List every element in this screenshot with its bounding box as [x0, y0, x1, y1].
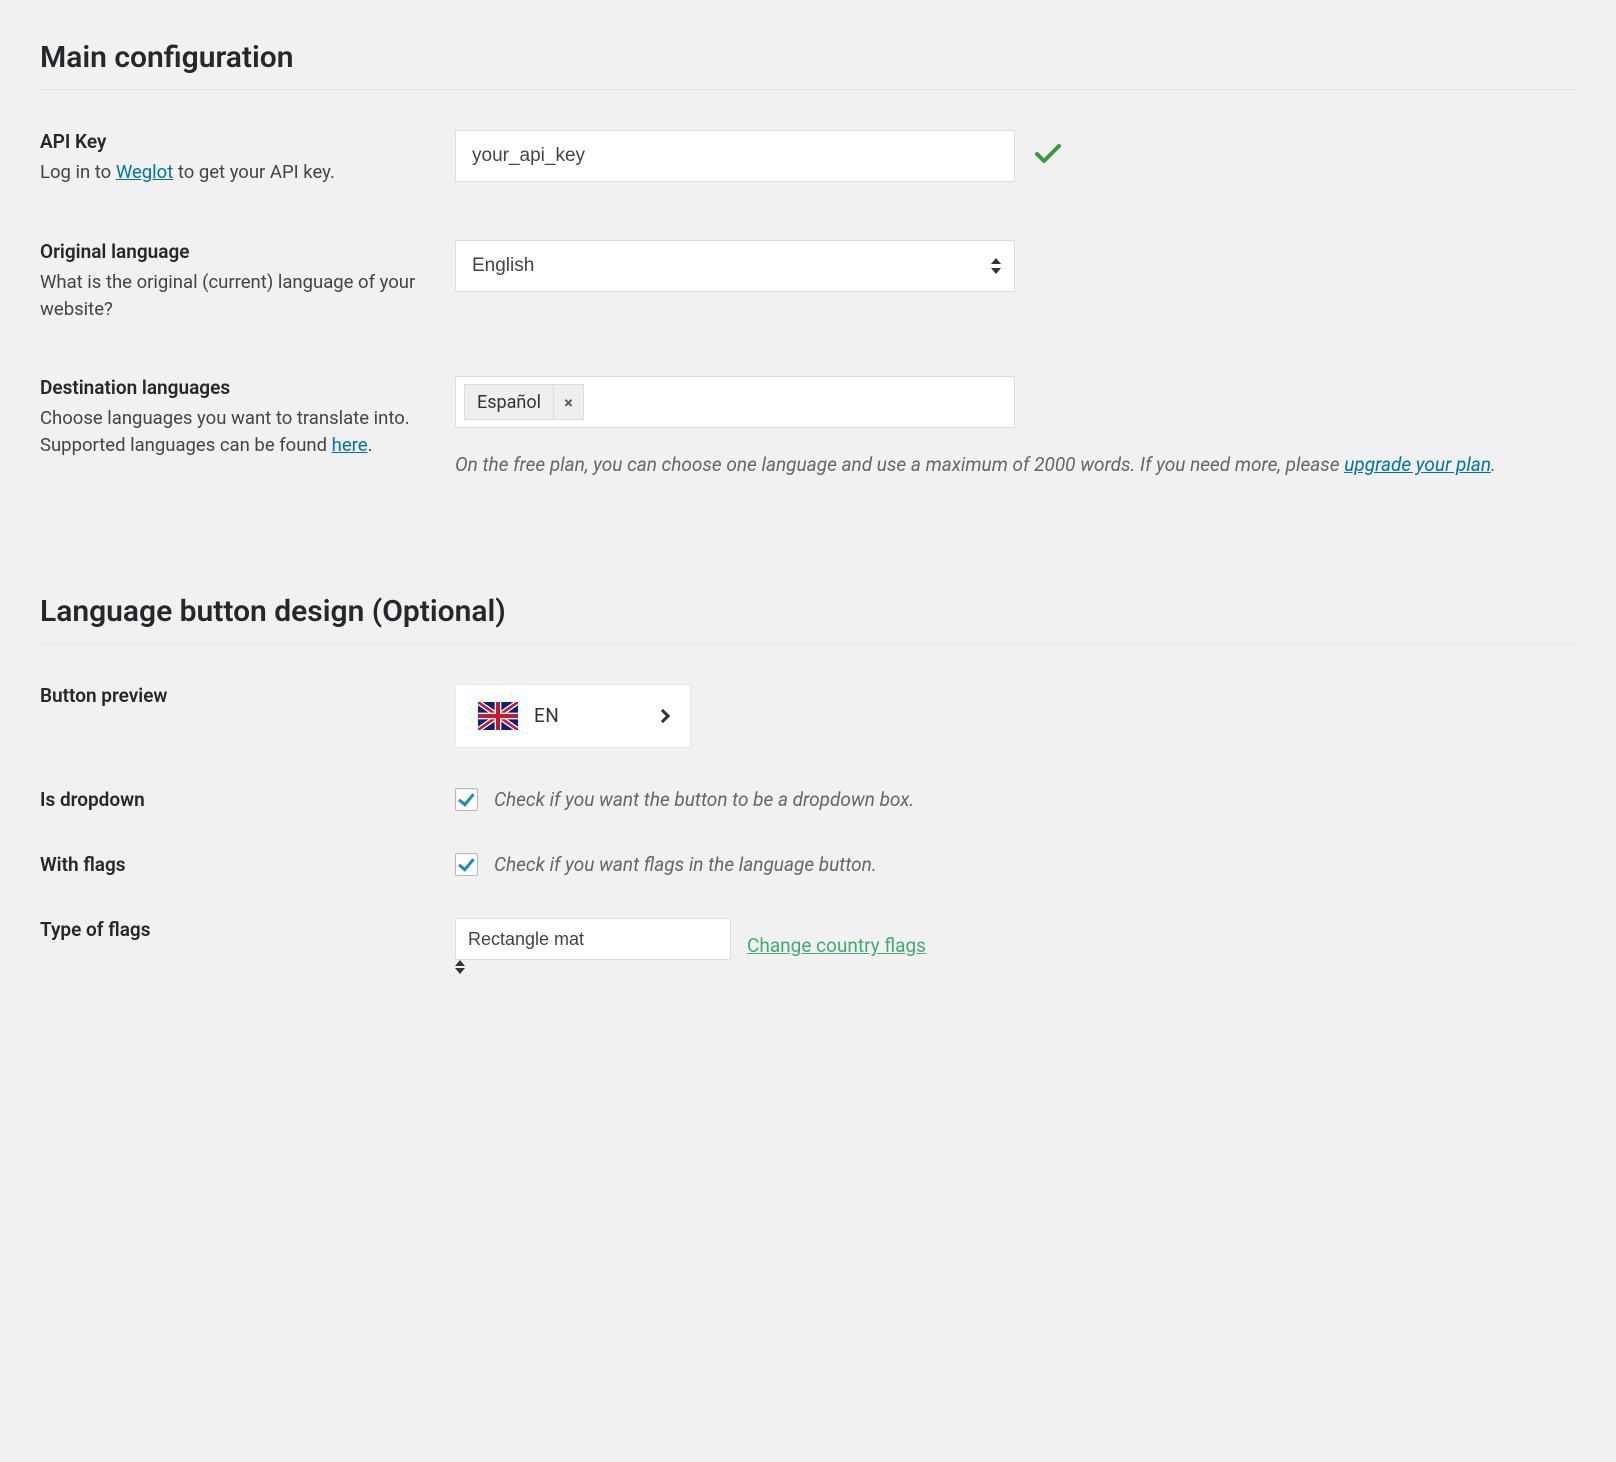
with-flags-desc: Check if you want flags in the language … [494, 853, 877, 876]
dest-helper-before: On the free plan, you can choose one lan… [455, 453, 1344, 476]
destination-languages-desc: Choose languages you want to translate i… [40, 405, 425, 459]
row-is-dropdown: Is dropdown Check if you want the button… [40, 788, 1576, 817]
row-with-flags: With flags Check if you want flags in th… [40, 853, 1576, 882]
with-flags-checkbox[interactable] [455, 853, 478, 876]
type-of-flags-select[interactable]: Rectangle mat [455, 918, 731, 960]
uk-flag-icon [478, 702, 518, 730]
api-key-input[interactable] [455, 130, 1015, 182]
api-key-desc: Log in to Weglot to get your API key. [40, 159, 425, 186]
row-type-of-flags: Type of flags Rectangle mat Change count… [40, 918, 1576, 974]
row-api-key: API Key Log in to Weglot to get your API… [40, 130, 1576, 186]
weglot-link[interactable]: Weglot [116, 161, 173, 183]
language-button-preview[interactable]: EN [455, 684, 691, 748]
destination-languages-input[interactable]: Español × [455, 376, 1015, 428]
api-key-desc-after: to get your API key. [173, 161, 335, 183]
is-dropdown-checkbox[interactable] [455, 788, 478, 811]
upgrade-plan-link[interactable]: upgrade your plan [1344, 453, 1491, 476]
is-dropdown-desc: Check if you want the button to be a dro… [494, 788, 914, 811]
original-language-desc: What is the original (current) language … [40, 269, 425, 323]
is-dropdown-label: Is dropdown [40, 788, 425, 811]
section-divider [40, 89, 1576, 90]
checkmark-icon [1035, 141, 1061, 171]
select-arrows-icon [455, 960, 731, 974]
row-original-language: Original language What is the original (… [40, 240, 1576, 323]
preview-language-code: EN [534, 704, 559, 727]
language-token: Español × [464, 384, 584, 420]
button-preview-label: Button preview [40, 684, 425, 707]
chevron-right-icon [656, 709, 670, 723]
change-country-flags-link[interactable]: Change country flags [747, 934, 926, 957]
supported-languages-link[interactable]: here [332, 434, 368, 456]
with-flags-label: With flags [40, 853, 425, 876]
row-button-preview: Button preview EN [40, 684, 1576, 748]
dest-desc-after: . [368, 434, 373, 456]
type-of-flags-label: Type of flags [40, 918, 425, 941]
destination-languages-label: Destination languages [40, 376, 425, 399]
section-design-title: Language button design (Optional) [40, 594, 1576, 629]
api-key-desc-before: Log in to [40, 161, 116, 183]
destination-helper-text: On the free plan, you can choose one lan… [455, 450, 1576, 479]
section-divider [40, 643, 1576, 644]
remove-token-button[interactable]: × [553, 385, 583, 419]
section-main-title: Main configuration [40, 40, 1576, 75]
dest-helper-after: . [1491, 453, 1496, 476]
original-language-label: Original language [40, 240, 425, 263]
language-token-label: Español [465, 385, 553, 419]
original-language-select[interactable]: English [455, 240, 1015, 292]
api-key-label: API Key [40, 130, 425, 153]
row-destination-languages: Destination languages Choose languages y… [40, 376, 1576, 479]
